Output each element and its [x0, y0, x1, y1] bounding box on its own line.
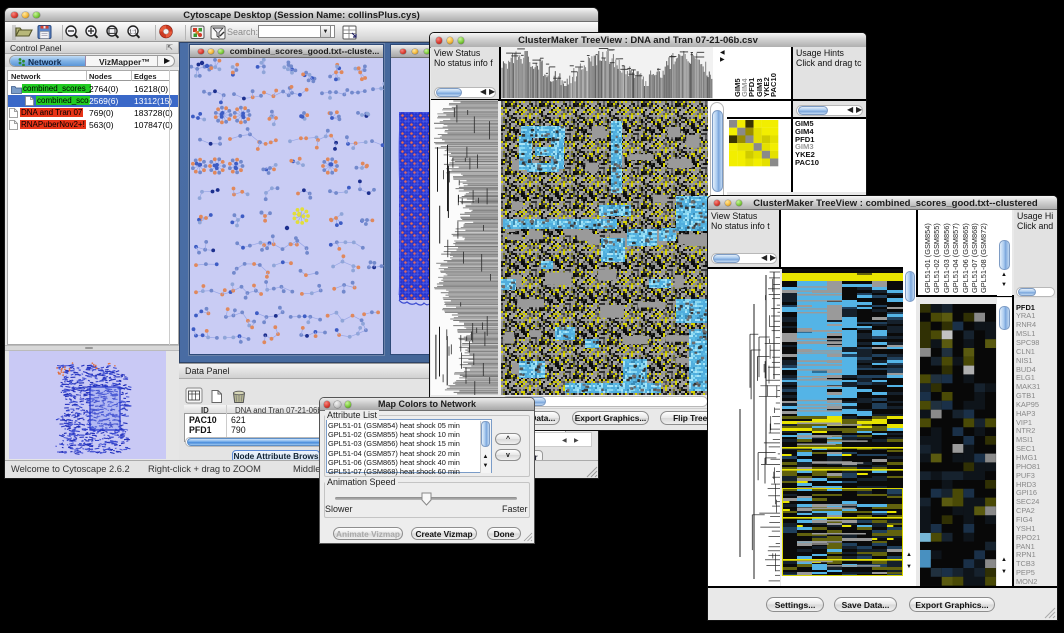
svg-text:1:1: 1:1	[129, 29, 137, 35]
